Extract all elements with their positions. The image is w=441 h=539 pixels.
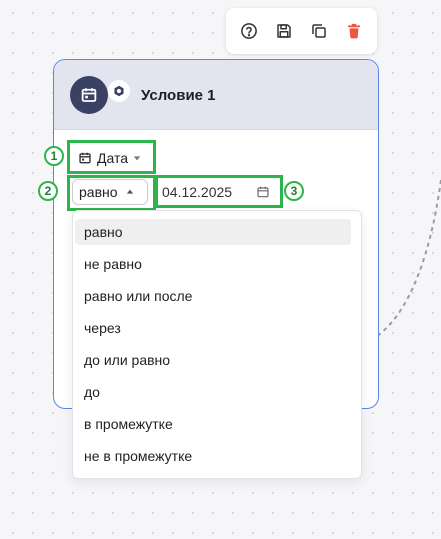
- dropdown-option[interactable]: не равно: [75, 251, 351, 277]
- operator-dropdown: равно не равно равно или после через до …: [72, 210, 362, 479]
- dropdown-option[interactable]: равно: [75, 219, 351, 245]
- marker-3: 3: [284, 181, 304, 201]
- calendar-icon: [79, 152, 91, 164]
- marker-2: 2: [38, 181, 58, 201]
- date-value: 04.12.2025: [162, 184, 233, 200]
- calendar-icon: [81, 87, 97, 102]
- duplicate-button[interactable]: [305, 17, 333, 45]
- operator-value: равно: [79, 184, 118, 200]
- caret-up-icon: [126, 189, 133, 194]
- delete-button[interactable]: [340, 17, 368, 45]
- calendar-icon[interactable]: [256, 185, 270, 199]
- settings-badge[interactable]: [108, 80, 130, 102]
- save-button[interactable]: [270, 17, 298, 45]
- dropdown-option[interactable]: до или равно: [75, 347, 351, 373]
- help-circle-icon: [241, 23, 258, 39]
- dropdown-option[interactable]: до: [75, 379, 351, 405]
- help-button[interactable]: [235, 17, 263, 45]
- marker-1: 1: [44, 146, 64, 166]
- floppy-disk-icon: [277, 24, 291, 38]
- operator-select[interactable]: равно: [72, 179, 148, 205]
- trash-icon: [347, 23, 360, 39]
- node-toolbar: [226, 8, 377, 54]
- date-input[interactable]: 04.12.2025: [158, 179, 278, 205]
- dropdown-option[interactable]: через: [75, 315, 351, 341]
- calendar-avatar: [70, 75, 108, 114]
- dropdown-option[interactable]: не в промежутке: [75, 443, 351, 469]
- field-type-select[interactable]: Дата: [78, 150, 141, 166]
- field-type-label: Дата: [97, 150, 129, 166]
- gear-icon: [114, 85, 124, 97]
- card-header: Условие 1: [54, 60, 378, 130]
- caret-down-icon: [133, 156, 141, 161]
- copy-icon: [312, 24, 326, 38]
- dropdown-option[interactable]: в промежутке: [75, 411, 351, 437]
- dropdown-option[interactable]: равно или после: [75, 283, 351, 309]
- card-title: Условие 1: [141, 87, 216, 104]
